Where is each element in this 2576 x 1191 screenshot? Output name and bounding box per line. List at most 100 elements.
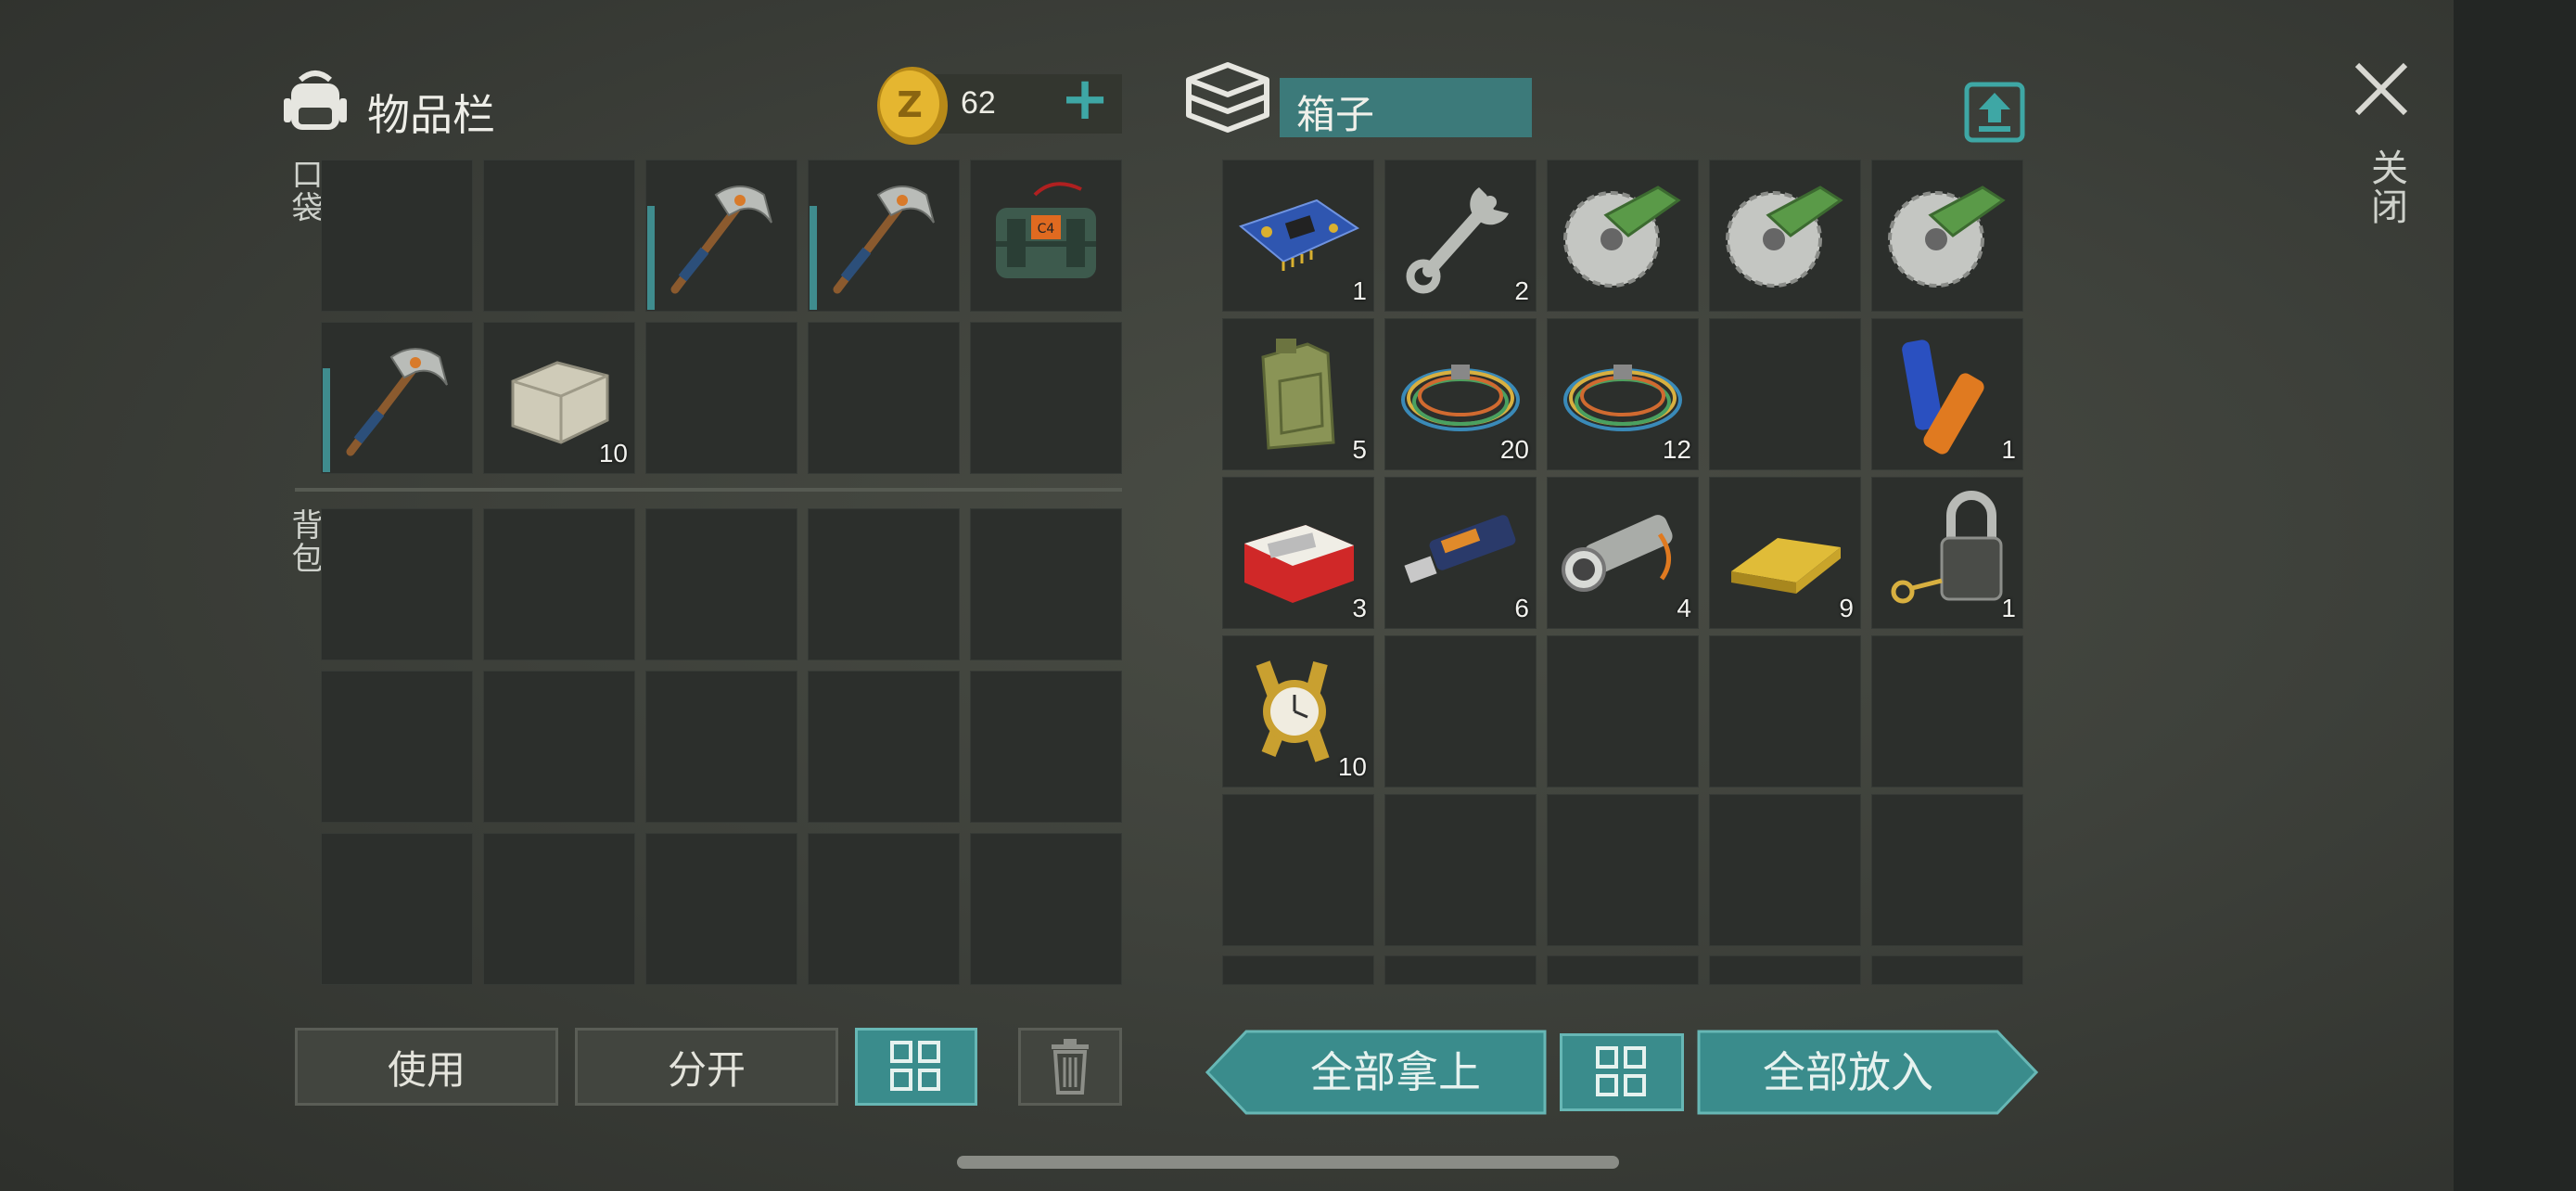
container-slot[interactable] <box>1384 635 1537 788</box>
use-button[interactable]: 使用 <box>295 1028 558 1106</box>
container-title: 箱子 <box>1296 92 1375 137</box>
backpack-slot[interactable] <box>645 508 797 660</box>
container-slot[interactable]: 1 <box>1222 160 1374 312</box>
usb-drive-icon <box>1394 484 1527 618</box>
container-slot[interactable]: 1 <box>1871 477 2023 629</box>
container-slot[interactable] <box>1384 794 1537 946</box>
jerry-can-icon <box>1231 326 1365 459</box>
close-icon <box>2354 62 2408 116</box>
container-slot[interactable]: 3 <box>1222 477 1374 629</box>
flashlight-icon <box>1556 484 1690 618</box>
container-slot[interactable] <box>1547 794 1699 946</box>
backpack-slot[interactable] <box>321 508 473 660</box>
saw-blade-icon <box>1881 167 2014 301</box>
home-indicator[interactable] <box>957 1156 1619 1169</box>
box-icon <box>1183 59 1272 143</box>
pocket-slot[interactable] <box>645 160 797 312</box>
item-count: 9 <box>1839 594 1854 622</box>
item-count: 4 <box>1677 594 1691 622</box>
pocket-slot[interactable] <box>321 160 473 312</box>
container-slot[interactable] <box>1709 955 1861 985</box>
backpack-slot[interactable] <box>321 833 473 985</box>
discard-button[interactable] <box>1018 1028 1122 1106</box>
item-count: 1 <box>2001 435 2016 464</box>
backpack-slot[interactable] <box>645 833 797 985</box>
pocket-slot[interactable] <box>321 322 473 474</box>
sort-inventory-button[interactable] <box>855 1028 977 1106</box>
container-slot[interactable] <box>1547 160 1699 312</box>
item-count: 6 <box>1514 594 1529 622</box>
durability-bar <box>647 206 655 310</box>
container-slot[interactable]: 12 <box>1547 318 1699 470</box>
container-slot[interactable]: 20 <box>1384 318 1537 470</box>
container-slot[interactable]: 6 <box>1384 477 1537 629</box>
grid-sort-icon <box>890 1041 940 1091</box>
put-all-button[interactable]: 全部放入 <box>1697 1030 2038 1115</box>
pocket-slot[interactable] <box>970 322 1122 474</box>
durability-bar <box>810 206 817 310</box>
pickaxe-icon <box>817 167 950 301</box>
container-slot[interactable] <box>1871 160 2023 312</box>
pocket-slot[interactable]: C4 <box>970 160 1122 312</box>
coin-count: 62 <box>961 85 996 121</box>
container-slot[interactable] <box>1222 955 1374 985</box>
item-count: 2 <box>1514 276 1529 305</box>
pocket-slot[interactable] <box>808 322 960 474</box>
pocket-slot[interactable] <box>808 160 960 312</box>
pocket-slot[interactable] <box>483 160 635 312</box>
backpack-slot[interactable] <box>483 671 635 823</box>
container-slot[interactable]: 2 <box>1384 160 1537 312</box>
container-slot[interactable] <box>1384 955 1537 985</box>
backpack-slot[interactable] <box>483 508 635 660</box>
upload-button[interactable] <box>1964 82 2025 143</box>
container-slot[interactable] <box>1709 794 1861 946</box>
container-slot[interactable] <box>1709 160 1861 312</box>
backpack-slot[interactable] <box>808 833 960 985</box>
pickaxe-icon <box>330 329 464 463</box>
backpack-slot[interactable] <box>970 833 1122 985</box>
backpack-slot[interactable] <box>808 671 960 823</box>
take-all-button[interactable]: 全部拿上 <box>1205 1030 1549 1115</box>
inventory-title: 物品栏 <box>367 90 495 140</box>
close-label[interactable]: 关闭 <box>2359 148 2413 226</box>
backpack-slot[interactable] <box>970 671 1122 823</box>
wrench-icon <box>1394 167 1527 301</box>
container-slot[interactable] <box>1709 318 1861 470</box>
padlock-key-icon <box>1881 484 2014 618</box>
container-slot[interactable] <box>1709 635 1861 788</box>
cigarette-pack-icon <box>1231 484 1365 618</box>
container-slot[interactable]: 9 <box>1709 477 1861 629</box>
container-slot[interactable]: 1 <box>1871 318 2023 470</box>
backpack-slot[interactable] <box>321 671 473 823</box>
pocket-slot[interactable]: 10 <box>483 322 635 474</box>
container-slot[interactable] <box>1222 794 1374 946</box>
split-button[interactable]: 分开 <box>575 1028 838 1106</box>
gold-bar-icon <box>1718 484 1852 618</box>
durability-bar <box>323 368 330 472</box>
pickaxe-icon <box>655 167 788 301</box>
container-slot[interactable] <box>1871 955 2023 985</box>
container-slot[interactable]: 4 <box>1547 477 1699 629</box>
item-count: 3 <box>1352 594 1367 622</box>
pocket-slot[interactable] <box>645 322 797 474</box>
take-all-label: 全部拿上 <box>1310 1047 1481 1097</box>
add-coins-button[interactable]: + <box>1057 67 1113 132</box>
item-count: 12 <box>1662 435 1691 464</box>
item-count: 5 <box>1352 435 1367 464</box>
container-slot[interactable] <box>1547 635 1699 788</box>
right-side-panel <box>2454 0 2576 1191</box>
container-slot[interactable] <box>1547 955 1699 985</box>
backpack-icon <box>280 67 351 137</box>
put-all-label: 全部放入 <box>1763 1047 1933 1097</box>
container-slot[interactable] <box>1871 635 2023 788</box>
close-button[interactable] <box>2348 56 2415 122</box>
sort-container-button[interactable] <box>1560 1033 1684 1111</box>
container-slot[interactable] <box>1871 794 2023 946</box>
backpack-slot[interactable] <box>808 508 960 660</box>
backpack-slot[interactable] <box>970 508 1122 660</box>
backpack-slot[interactable] <box>645 671 797 823</box>
container-slot[interactable]: 10 <box>1222 635 1374 788</box>
container-slot[interactable]: 5 <box>1222 318 1374 470</box>
backpack-slot[interactable] <box>483 833 635 985</box>
svg-text:Z: Z <box>897 84 923 125</box>
